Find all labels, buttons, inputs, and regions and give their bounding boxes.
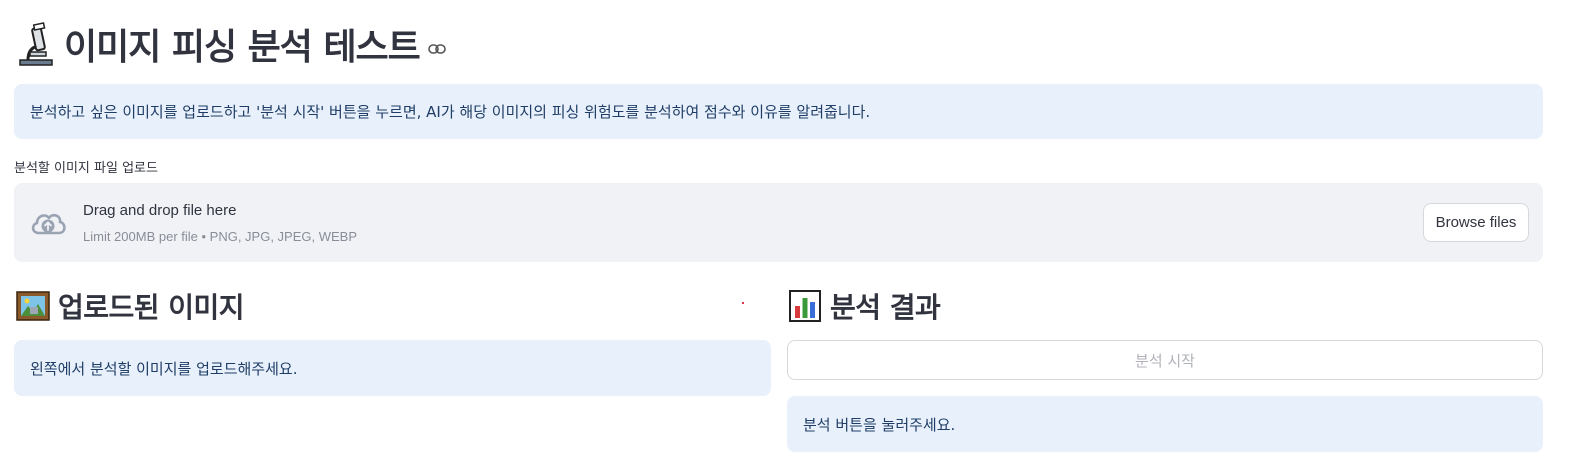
analysis-prompt-info-box: 분석 버튼을 눌러주세요. xyxy=(787,396,1543,452)
cloud-upload-icon xyxy=(28,205,68,241)
intro-info-box: 분석하고 싶은 이미지를 업로드하고 '분석 시작' 버튼을 누르면, AI가 … xyxy=(14,84,1543,139)
analysis-result-heading: 분석 결과 xyxy=(788,286,941,326)
dropzone-instruction: Drag and drop file here xyxy=(83,202,237,219)
framed-picture-icon xyxy=(16,290,50,322)
title-row: 이미지 피싱 분석 테스트 xyxy=(16,20,446,68)
decorative-dot xyxy=(742,302,744,304)
intro-info-text: 분석하고 싶은 이미지를 업로드하고 '분석 시작' 버튼을 누르면, AI가 … xyxy=(30,103,871,121)
microscope-icon xyxy=(16,22,56,66)
bar-chart-icon xyxy=(788,290,822,322)
link-icon[interactable] xyxy=(428,43,446,55)
analysis-result-heading-text: 분석 결과 xyxy=(830,291,941,324)
uploader-label: 분석할 이미지 파일 업로드 xyxy=(14,161,158,176)
browse-files-button[interactable]: Browse files xyxy=(1423,203,1529,242)
file-dropzone[interactable]: Drag and drop file here Limit 200MB per … xyxy=(14,183,1543,262)
app-page: 이미지 피싱 분석 테스트 분석하고 싶은 이미지를 업로드하고 '분석 시작'… xyxy=(0,0,1570,475)
upload-prompt-text: 왼쪽에서 분석할 이미지를 업로드해주세요. xyxy=(30,359,298,378)
start-analysis-button[interactable]: 분석 시작 xyxy=(787,340,1543,380)
uploaded-image-heading: 업로드된 이미지 xyxy=(16,286,245,326)
dropzone-limit-text: Limit 200MB per file • PNG, JPG, JPEG, W… xyxy=(83,229,358,244)
uploaded-image-heading-text: 업로드된 이미지 xyxy=(58,291,245,324)
upload-prompt-info-box: 왼쪽에서 분석할 이미지를 업로드해주세요. xyxy=(14,340,771,396)
analysis-prompt-text: 분석 버튼을 눌러주세요. xyxy=(803,415,956,434)
page-title: 이미지 피싱 분석 테스트 xyxy=(64,27,421,68)
